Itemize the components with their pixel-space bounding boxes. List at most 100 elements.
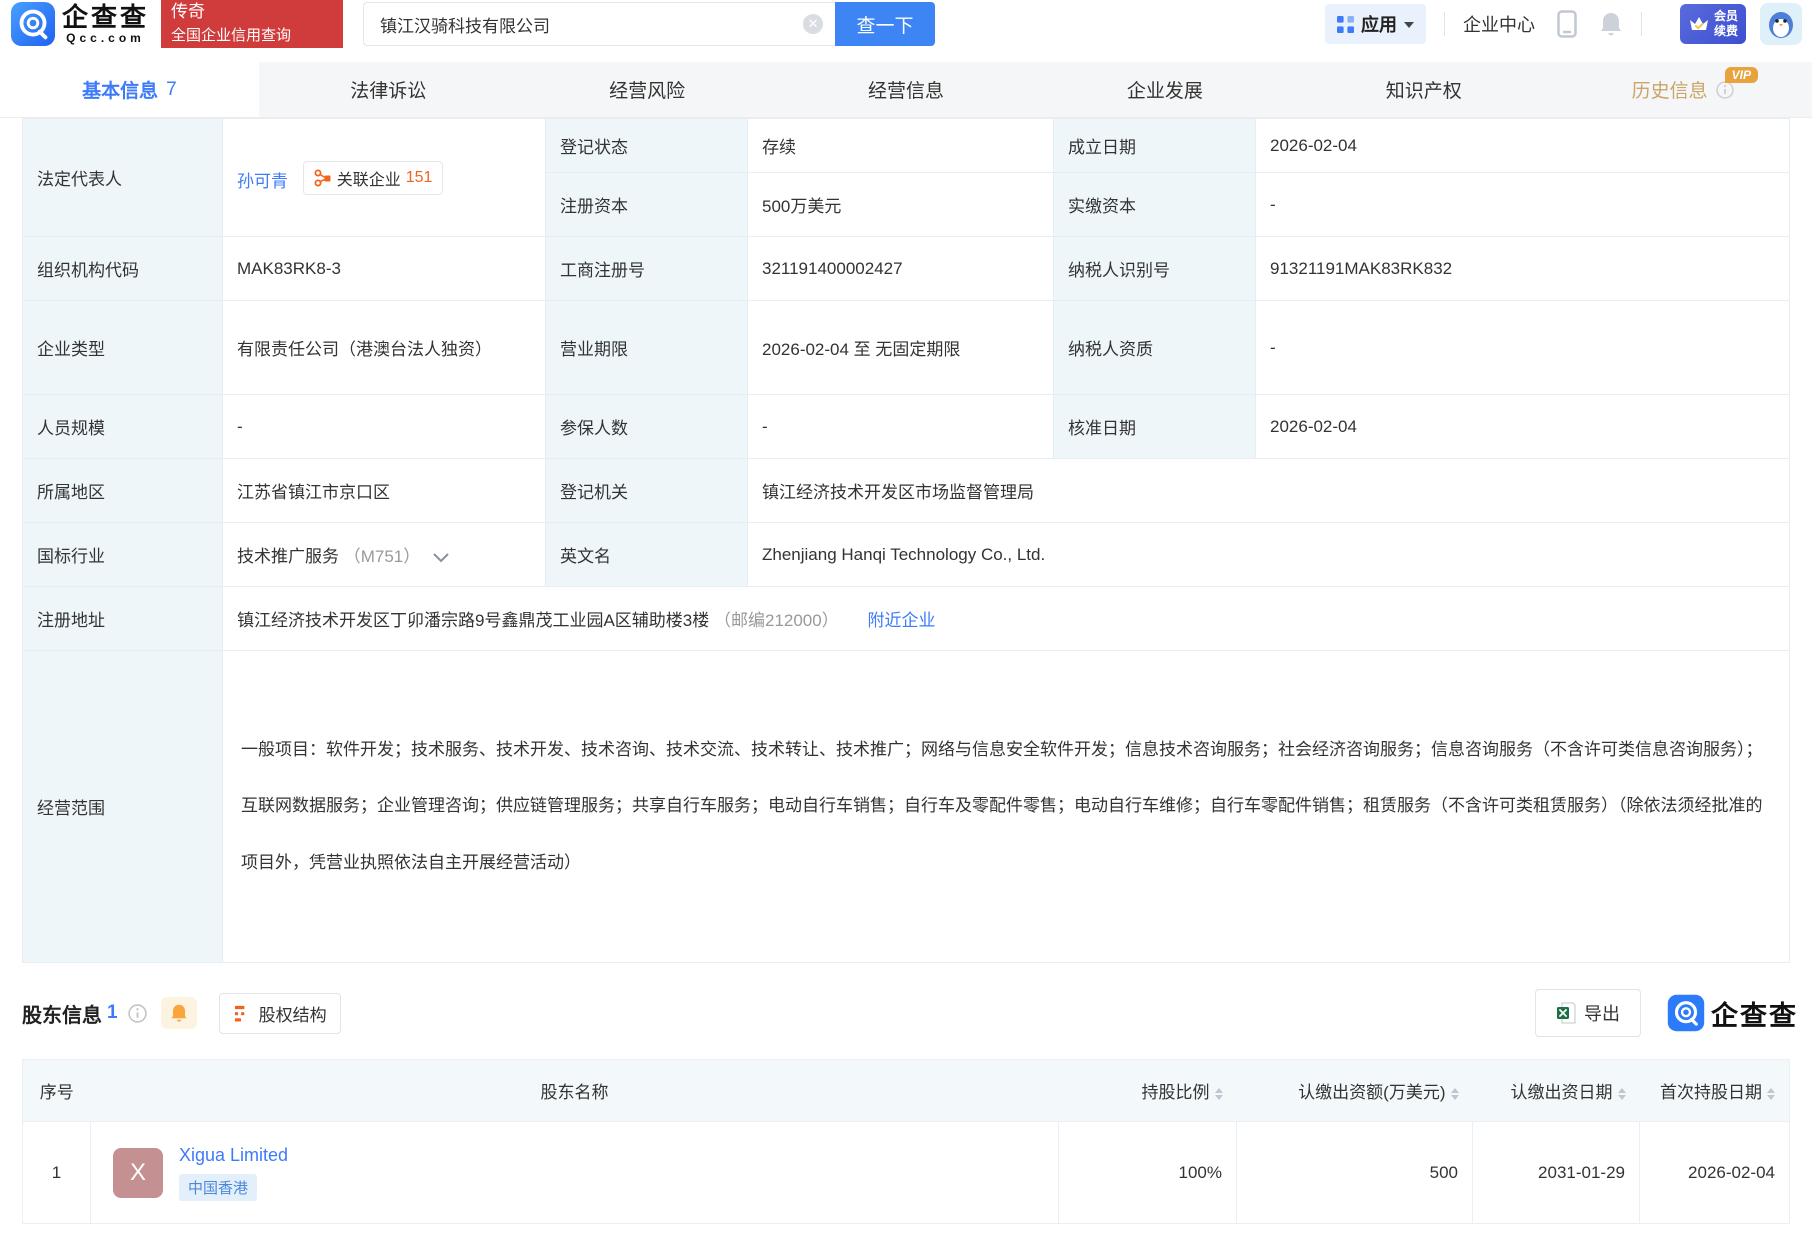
shareholder-name-link[interactable]: Xigua Limited [179,1145,288,1166]
col-header-no: 序号 [23,1060,91,1122]
basic-info-table: 法定代表人 孙可青 关联企业 151 登记状态 存续 成立日期 2026-02-… [22,118,1790,963]
field-value-region: 江苏省镇江市京口区 [223,459,546,523]
equity-structure-button[interactable]: 股权结构 [219,993,341,1034]
col-header-subscribe-date-label: 认缴出资日期 [1511,1083,1613,1102]
tab-risk-label: 经营风险 [609,76,685,103]
field-value-est-date: 2026-02-04 [1256,119,1790,173]
tab-ip-label: 知识产权 [1386,76,1462,103]
chevron-down-icon [1404,22,1414,28]
qcc-watermark-logo: 企查查 [1667,994,1798,1033]
org-network-icon [314,169,332,187]
tab-history-label: 历史信息 [1632,76,1708,103]
mascot-avatar[interactable] [1760,3,1802,45]
field-label-reg-status: 登记状态 [546,119,748,173]
shareholder-row: 1 X Xigua Limited 中国香港 100% 500 2031-01-… [23,1122,1790,1224]
nearby-companies-link[interactable]: 附近企业 [867,611,935,630]
related-companies-label: 关联企业 [337,166,401,190]
tab-development[interactable]: 企业发展 [1035,62,1294,117]
tab-operation-label: 经营信息 [868,76,944,103]
info-circle-icon [1716,81,1734,99]
related-companies-badge[interactable]: 关联企业 151 [303,161,444,195]
field-value-insured-count: - [748,395,1054,459]
shareholder-region-tag[interactable]: 中国香港 [179,1174,257,1201]
tab-ip[interactable]: 知识产权 [1294,62,1553,117]
field-label-est-date: 成立日期 [1054,119,1256,173]
col-header-ratio-label: 持股比例 [1142,1083,1210,1102]
search-box: ✕ 查一下 [363,2,935,46]
chevron-down-icon[interactable] [433,553,449,563]
field-label-biz-reg-no: 工商注册号 [546,237,748,301]
field-value-biz-scope: 一般项目：软件开发；技术服务、技术开发、技术咨询、技术交流、技术转让、技术推广；… [223,651,1790,963]
clear-search-icon[interactable]: ✕ [803,14,823,34]
col-header-name: 股东名称 [91,1060,1059,1122]
export-label: 导出 [1584,1000,1620,1026]
legal-rep-link[interactable]: 孙可青 [237,172,288,191]
field-value-reg-address: 镇江经济技术开发区丁卯潘宗路9号鑫鼎茂工业园A区辅助楼3楼 （邮编212000）… [223,587,1790,651]
crown-icon [1688,15,1710,33]
field-label-org-code: 组织机构代码 [23,237,223,301]
apps-menu[interactable]: 应用 [1325,4,1426,44]
field-value-company-type: 有限责任公司（港澳台法人独资） [223,301,546,395]
col-header-first-hold-date[interactable]: 首次持股日期 [1640,1060,1790,1122]
field-value-biz-term: 2026-02-04 至 无固定期限 [748,301,1054,395]
vip-renew-line2: 续费 [1714,24,1738,38]
tab-history[interactable]: VIP 历史信息 [1553,62,1812,117]
promo-banner[interactable]: 传奇 全国企业信用查询 [161,0,343,48]
reg-address-text: 镇江经济技术开发区丁卯潘宗路9号鑫鼎茂工业园A区辅助楼3楼 [237,611,709,630]
vip-badge: VIP [1725,67,1758,83]
shareholder-name-cell: X Xigua Limited 中国香港 [91,1122,1059,1224]
qcc-logo[interactable]: 企查查 Qcc.com [10,1,149,47]
search-input[interactable] [363,2,835,46]
tab-legal[interactable]: 法律诉讼 [259,62,518,117]
section-tabbar: 基本信息 7 法律诉讼 经营风险 经营信息 企业发展 知识产权 VIP 历史信息 [0,62,1812,118]
info-circle-icon[interactable] [128,1004,147,1023]
excel-icon [1556,1002,1576,1024]
apps-grid-icon [1337,16,1354,33]
shareholders-table-header-row: 序号 股东名称 持股比例 认缴出资额(万美元) 认缴出资日期 首次持股日期 [23,1060,1790,1122]
field-value-tax-id: 91321191MAK83RK832 [1256,237,1790,301]
vip-renew-line1: 会员 [1714,9,1738,23]
field-label-reg-capital: 注册资本 [546,173,748,237]
tab-basic-label: 基本信息 [82,76,158,103]
shareholders-header: 股东信息 1 股权结构 导出 [22,989,1790,1037]
shareholder-amount: 500 [1237,1122,1473,1224]
tab-basic-info[interactable]: 基本信息 7 [0,62,259,117]
field-label-tax-qualification: 纳税人资质 [1054,301,1256,395]
shareholder-ratio: 100% [1059,1122,1237,1224]
field-label-paid-capital: 实缴资本 [1054,173,1256,237]
shareholders-title: 股东信息 [22,999,102,1028]
tab-operation[interactable]: 经营信息 [777,62,1036,117]
qcc-logo-icon [1667,994,1705,1032]
qcc-logo-icon [10,1,56,47]
shareholders-table: 序号 股东名称 持股比例 认缴出资额(万美元) 认缴出资日期 首次持股日期 1 … [22,1059,1790,1224]
shareholder-avatar: X [113,1148,163,1198]
field-value-paid-capital: - [1256,173,1790,237]
enterprise-center-link[interactable]: 企业中心 [1463,11,1535,37]
col-header-amount[interactable]: 认缴出资额(万美元) [1237,1060,1473,1122]
field-label-industry: 国标行业 [23,523,223,587]
industry-code: （M751） [344,547,421,566]
bell-icon [170,1003,188,1023]
field-label-reg-address: 注册地址 [23,587,223,651]
equity-structure-label: 股权结构 [259,1001,327,1026]
col-header-subscribe-date[interactable]: 认缴出资日期 [1473,1060,1640,1122]
vip-renew-button[interactable]: 会员 续费 [1680,4,1746,44]
notification-bell-icon[interactable] [1599,11,1623,37]
field-value-industry: 技术推广服务 （M751） [223,523,546,587]
col-header-first-hold-date-label: 首次持股日期 [1660,1083,1762,1102]
tab-risk[interactable]: 经营风险 [518,62,777,117]
structure-icon [233,1004,252,1023]
search-button[interactable]: 查一下 [835,2,935,46]
col-header-ratio[interactable]: 持股比例 [1059,1060,1237,1122]
col-header-amount-label: 认缴出资额(万美元) [1298,1083,1445,1102]
tab-legal-label: 法律诉讼 [350,76,426,103]
header-right-nav: 应用 企业中心 会员 续费 [1325,3,1812,45]
export-button[interactable]: 导出 [1535,989,1641,1037]
field-value-org-code: MAK83RK8-3 [223,237,546,301]
mobile-app-icon[interactable] [1557,10,1577,38]
field-label-insured-count: 参保人数 [546,395,748,459]
promo-line1: 传奇 [171,3,333,22]
monitor-bell-button[interactable] [161,997,197,1029]
sort-icon [1767,1088,1775,1100]
field-value-reg-authority: 镇江经济技术开发区市场监督管理局 [748,459,1790,523]
